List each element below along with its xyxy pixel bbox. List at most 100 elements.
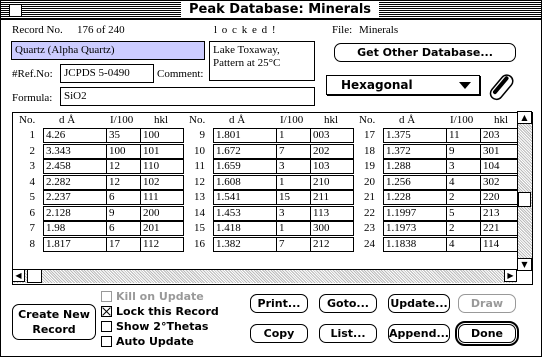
d-spacing-cell[interactable]: 1.801 xyxy=(213,128,277,143)
done-button[interactable]: Done xyxy=(455,321,519,346)
hkl-cell[interactable]: 110 xyxy=(140,159,184,174)
d-spacing-cell[interactable]: 1.453 xyxy=(213,205,277,221)
auto-update-checkbox[interactable] xyxy=(101,336,112,347)
title-bar[interactable]: Peak Database: Minerals xyxy=(1,1,541,20)
mineral-name-field[interactable]: Quartz (Alpha Quartz) xyxy=(11,41,205,60)
d-spacing-cell[interactable]: 1.288 xyxy=(383,159,447,174)
row-number: 2 xyxy=(29,144,36,157)
intensity-cell[interactable]: 7 xyxy=(276,236,311,252)
intensity-cell[interactable]: 2 xyxy=(446,190,481,205)
update-button[interactable]: Update... xyxy=(388,294,450,313)
intensity-cell[interactable]: 6 xyxy=(106,190,141,205)
d-spacing-cell[interactable]: 1.382 xyxy=(213,236,277,252)
crystal-system-popup[interactable]: Hexagonal xyxy=(326,75,480,95)
hkl-cell[interactable]: 111 xyxy=(140,190,184,205)
intensity-cell[interactable]: 4 xyxy=(446,236,481,252)
row-number: 5 xyxy=(29,191,36,203)
scroll-up-icon[interactable]: ▲ xyxy=(517,111,532,124)
hkl-cell[interactable]: 212 xyxy=(310,236,354,252)
intensity-cell[interactable]: 3 xyxy=(276,159,311,174)
scroll-right-icon[interactable]: ▶ xyxy=(504,269,517,282)
d-spacing-cell[interactable]: 2.282 xyxy=(43,174,107,190)
d-spacing-cell[interactable]: 4.26 xyxy=(43,128,107,143)
scroll-down-icon[interactable]: ▼ xyxy=(517,258,532,271)
horizontal-scrollbar[interactable]: ◀ ▶ xyxy=(12,269,517,283)
intensity-cell[interactable]: 11 xyxy=(446,128,481,143)
intensity-cell[interactable]: 7 xyxy=(276,143,311,159)
d-spacing-cell[interactable]: 1.541 xyxy=(213,190,277,205)
d-spacing-cell[interactable]: 3.343 xyxy=(43,143,107,159)
intensity-cell[interactable]: 12 xyxy=(106,174,141,190)
d-spacing-cell[interactable]: 1.1997 xyxy=(383,205,447,221)
show-2theta-checkbox[interactable] xyxy=(101,321,112,332)
d-spacing-cell[interactable]: 1.672 xyxy=(213,143,277,159)
hkl-cell[interactable]: 202 xyxy=(310,143,354,159)
intensity-cell[interactable]: 4 xyxy=(446,174,481,190)
intensity-cell[interactable]: 100 xyxy=(106,143,141,159)
intensity-cell[interactable]: 3 xyxy=(446,159,481,174)
intensity-cell[interactable]: 1 xyxy=(276,128,311,143)
intensity-cell[interactable]: 9 xyxy=(106,205,141,221)
hkl-cell[interactable]: 102 xyxy=(140,174,184,190)
intensity-cell[interactable]: 5 xyxy=(446,205,481,221)
hkl-cell[interactable]: 200 xyxy=(140,205,184,221)
intensity-cell[interactable]: 17 xyxy=(106,236,141,252)
d-spacing-cell[interactable]: 1.372 xyxy=(383,143,447,159)
intensity-cell[interactable]: 12 xyxy=(106,159,141,174)
formula-field[interactable]: SiO2 xyxy=(60,87,315,106)
d-spacing-cell[interactable]: 1.1973 xyxy=(383,221,447,236)
d-spacing-cell[interactable]: 1.375 xyxy=(383,128,447,143)
create-new-record-button[interactable]: Create New Record xyxy=(12,304,96,340)
get-other-database-button[interactable]: Get Other Database... xyxy=(334,43,516,62)
hkl-cell[interactable]: 003 xyxy=(310,128,354,143)
hkl-cell[interactable]: 101 xyxy=(140,143,184,159)
intensity-cell[interactable]: 15 xyxy=(276,190,311,205)
vertical-scrollbar[interactable]: ▲ ▼ xyxy=(517,111,532,271)
row-number: 14 xyxy=(194,206,205,219)
kill-on-update-checkbox[interactable] xyxy=(101,291,112,302)
intensity-cell[interactable]: 3 xyxy=(276,205,311,221)
intensity-cell[interactable]: 35 xyxy=(106,128,141,143)
hkl-cell[interactable]: 112 xyxy=(140,236,184,252)
hkl-cell[interactable]: 210 xyxy=(310,174,354,190)
hkl-cell[interactable]: 211 xyxy=(310,190,354,205)
lock-record-checkbox[interactable] xyxy=(101,306,112,317)
intensity-cell[interactable]: 9 xyxy=(446,143,481,159)
goto-button[interactable]: Goto... xyxy=(319,294,377,313)
hkl-cell[interactable]: 300 xyxy=(310,221,354,236)
d-spacing-cell[interactable]: 1.608 xyxy=(213,174,277,190)
comment-field[interactable]: Lake Toxaway, Pattern at 25°C xyxy=(209,41,315,81)
row-number: 11 xyxy=(194,160,205,172)
d-spacing-cell[interactable]: 2.458 xyxy=(43,159,107,174)
intensity-cell[interactable]: 1 xyxy=(276,221,311,236)
intensity-cell[interactable]: 1 xyxy=(276,174,311,190)
d-spacing-cell[interactable]: 1.1838 xyxy=(383,236,447,252)
draw-button[interactable]: Draw xyxy=(458,294,516,313)
row-number: 1 xyxy=(29,129,36,141)
copy-button[interactable]: Copy xyxy=(250,324,308,343)
d-spacing-cell[interactable]: 2.237 xyxy=(43,190,107,205)
hkl-cell[interactable]: 113 xyxy=(310,205,354,221)
refno-field[interactable]: JCPDS 5-0490 xyxy=(60,64,154,83)
print-button[interactable]: Print... xyxy=(250,294,308,313)
d-spacing-cell[interactable]: 1.98 xyxy=(43,221,107,236)
d-spacing-cell[interactable]: 1.659 xyxy=(213,159,277,174)
d-spacing-cell[interactable]: 1.228 xyxy=(383,190,447,205)
hkl-cell[interactable]: 100 xyxy=(140,128,184,143)
close-box-icon[interactable] xyxy=(9,4,22,17)
scroll-left-icon[interactable]: ◀ xyxy=(12,269,25,282)
horizontal-scroll-thumb[interactable] xyxy=(27,269,42,283)
append-button[interactable]: Append... xyxy=(388,324,450,343)
d-spacing-cell[interactable]: 1.418 xyxy=(213,221,277,236)
vertical-scroll-thumb[interactable] xyxy=(518,192,531,207)
d-spacing-cell[interactable]: 2.128 xyxy=(43,205,107,221)
row-number: 8 xyxy=(29,237,36,250)
d-spacing-cell[interactable]: 1.256 xyxy=(383,174,447,190)
intensity-cell[interactable]: 6 xyxy=(106,221,141,236)
hkl-cell[interactable]: 103 xyxy=(310,159,354,174)
d-spacing-cell[interactable]: 1.817 xyxy=(43,236,107,252)
intensity-cell[interactable]: 2 xyxy=(446,221,481,236)
list-button[interactable]: List... xyxy=(319,324,377,343)
hkl-cell[interactable]: 201 xyxy=(140,221,184,236)
row-number: 10 xyxy=(194,144,205,157)
